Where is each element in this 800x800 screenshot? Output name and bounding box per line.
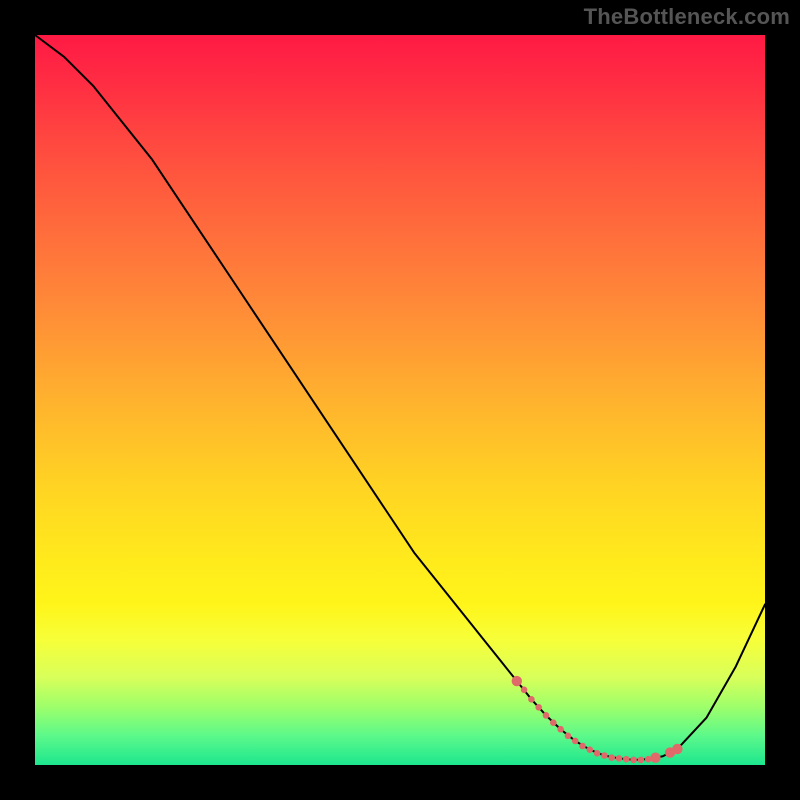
plot-area xyxy=(35,35,765,765)
highlight-marker xyxy=(557,726,564,733)
highlight-marker xyxy=(594,750,601,757)
watermark-text: TheBottleneck.com xyxy=(584,4,790,30)
highlight-marker xyxy=(630,757,637,764)
highlight-marker xyxy=(650,753,660,763)
highlight-marker xyxy=(521,687,528,694)
highlight-marker xyxy=(535,704,542,711)
highlight-marker xyxy=(512,676,522,686)
chart-frame: TheBottleneck.com xyxy=(0,0,800,800)
highlight-marker xyxy=(608,754,615,761)
highlight-marker xyxy=(616,755,623,762)
highlight-marker xyxy=(550,719,557,726)
highlight-marker xyxy=(601,752,608,759)
highlight-marker xyxy=(579,743,586,750)
highlight-marker xyxy=(543,712,550,719)
highlight-marker xyxy=(623,756,630,763)
highlight-marker xyxy=(638,757,645,764)
curve-path xyxy=(35,35,765,760)
highlight-marker xyxy=(572,738,579,745)
highlight-marker xyxy=(565,733,572,740)
chart-svg xyxy=(35,35,765,765)
highlight-marker xyxy=(528,696,535,703)
highlight-marker xyxy=(672,744,682,754)
highlight-marker xyxy=(587,746,594,753)
